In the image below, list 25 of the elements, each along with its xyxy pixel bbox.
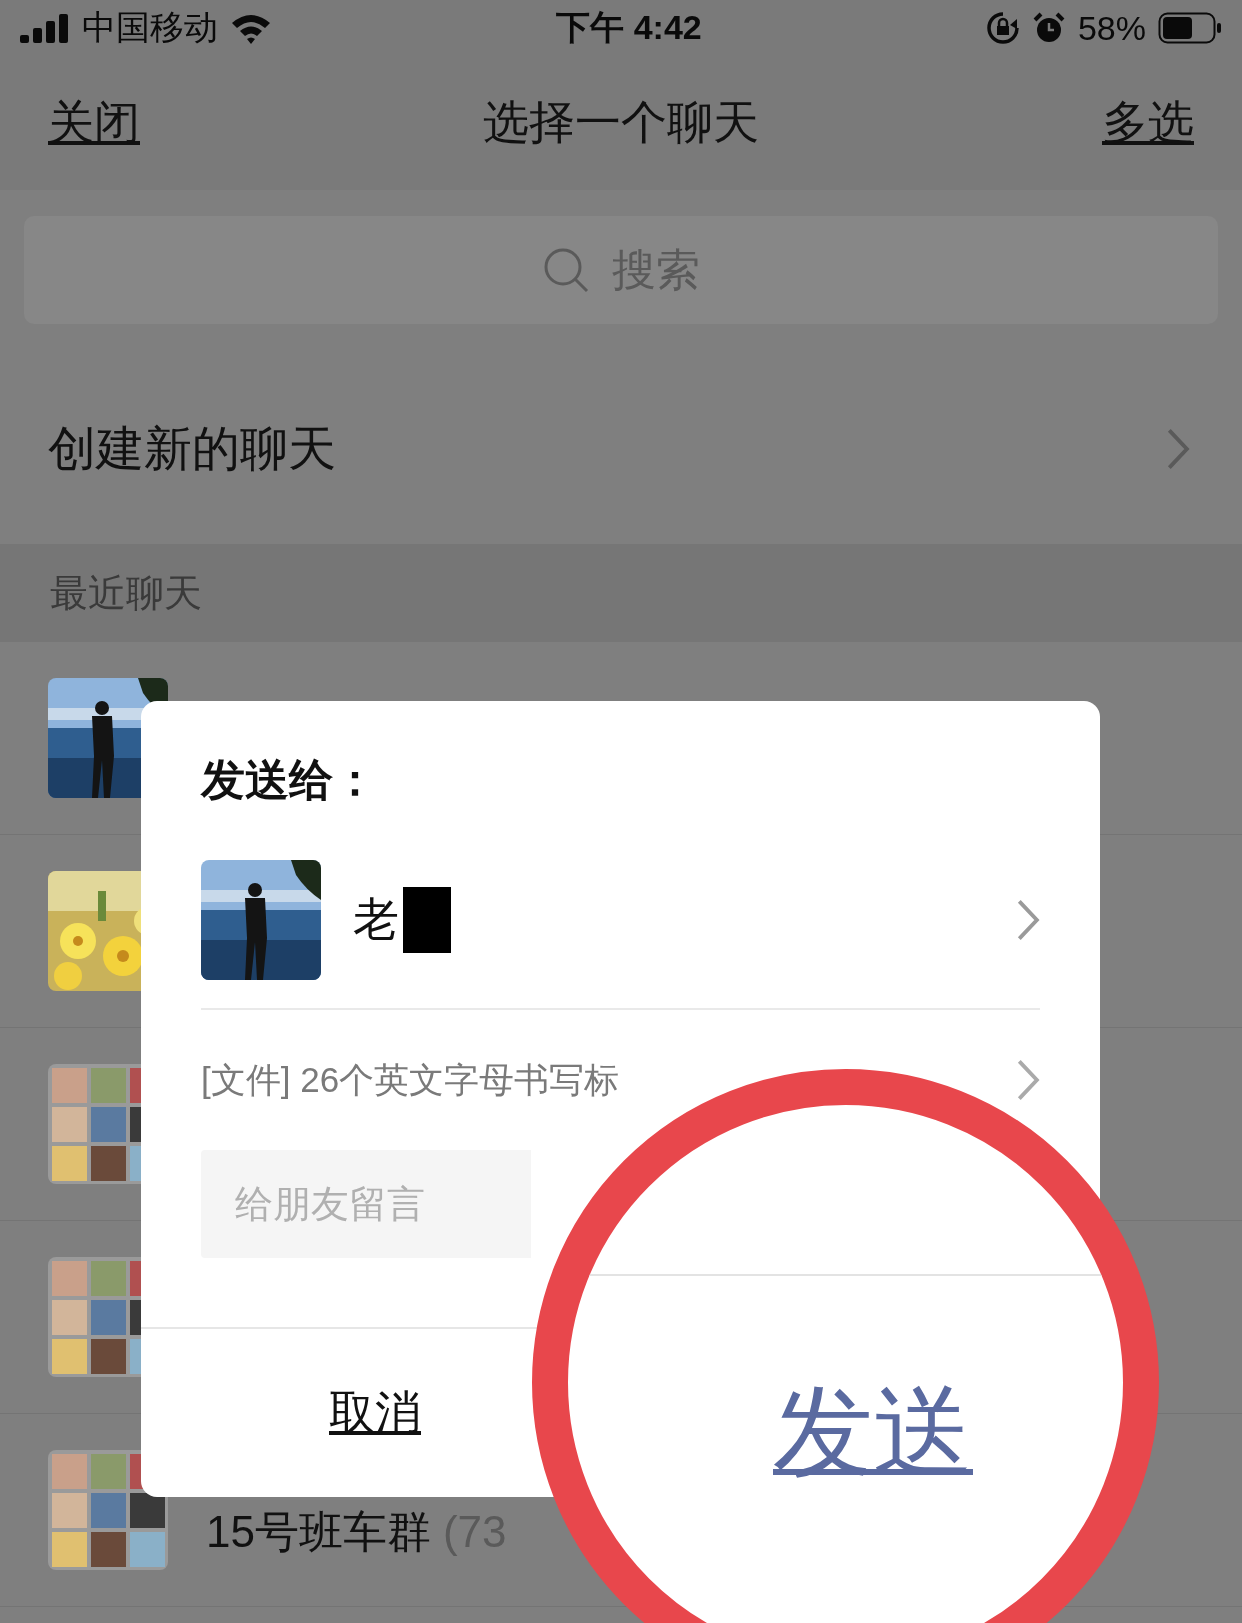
dialog-heading: 发送给： (201, 754, 378, 806)
search-icon (542, 246, 590, 294)
cancel-button[interactable]: 取消 (329, 1382, 421, 1444)
alarm-icon (1031, 11, 1066, 45)
recipient-row[interactable]: 老 (201, 840, 1040, 1010)
attachment-label: [文件] 26个英文字母书写标 (201, 1058, 620, 1101)
multi-select-button[interactable]: 多选 (1102, 92, 1194, 154)
chat-name: 15号班车群 (206, 1505, 431, 1558)
create-chat-label: 创建新的聊天 (48, 421, 336, 477)
wifi-icon (230, 12, 272, 44)
section-title: 最近聊天 (50, 570, 202, 616)
message-field[interactable]: 给朋友留言 (201, 1150, 531, 1258)
clock-time: 下午 4:42 (556, 7, 702, 48)
chevron-icon (1165, 427, 1190, 471)
battery-percent: 58% (1077, 8, 1146, 48)
chevron-icon (1015, 1058, 1040, 1102)
rotation-lock-icon (985, 11, 1020, 45)
screen-title: 选择一个聊天 (483, 95, 759, 150)
send-button[interactable]: 发送 (773, 1371, 973, 1491)
recipient-name: 老 (353, 892, 399, 947)
carrier-name: 中国移动 (82, 7, 218, 48)
chevron-icon (1015, 898, 1040, 942)
battery-icon (1158, 12, 1222, 44)
close-button[interactable]: 关闭 (48, 92, 140, 154)
signal-icon (20, 13, 70, 43)
